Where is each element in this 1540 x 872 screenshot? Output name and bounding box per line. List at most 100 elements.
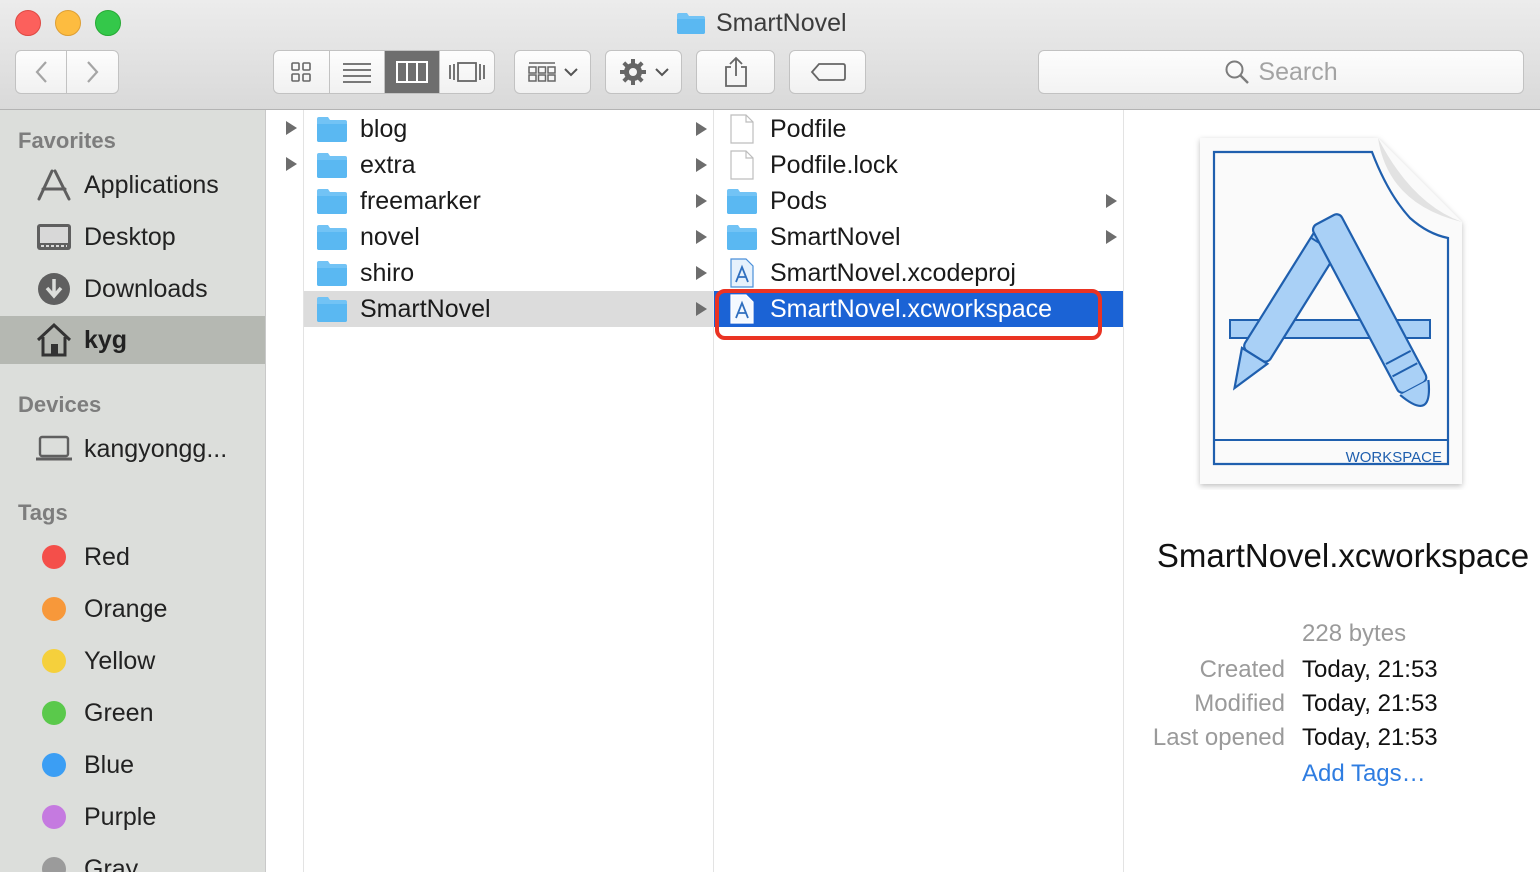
folder-icon (727, 189, 757, 214)
window-title: SmartNovel (676, 8, 847, 38)
folder-icon (317, 189, 347, 214)
sidebar-tag-purple[interactable]: Purple (0, 793, 265, 841)
column-view-button[interactable] (385, 51, 440, 93)
desktop-icon (34, 217, 74, 257)
xcode-project-icon (730, 258, 754, 288)
columns-icon (395, 61, 428, 83)
item-name: shiro (360, 258, 415, 287)
red-tag-dot-icon (34, 537, 74, 577)
modified-value: Today, 21:53 (1302, 690, 1438, 717)
forward-button[interactable] (67, 51, 118, 93)
list-item[interactable]: Pods (714, 183, 1123, 219)
item-name: SmartNovel.xcodeproj (770, 258, 1016, 287)
list-item[interactable]: blog (304, 111, 713, 147)
folder-icon (317, 117, 347, 142)
disclosure-arrow-icon (1106, 230, 1117, 244)
chevron-left-icon (35, 61, 47, 83)
share-icon (724, 56, 747, 87)
sidebar-item-label: Applications (84, 170, 219, 199)
sidebar-tag-green[interactable]: Green (0, 689, 265, 737)
sidebar-tag-blue[interactable]: Blue (0, 741, 265, 789)
folder-icon (317, 225, 347, 250)
gray-tag-dot-icon (34, 849, 74, 872)
share-button[interactable] (696, 50, 775, 94)
xcworkspace-preview-icon: WORKSPACE (1200, 138, 1462, 484)
home-icon (34, 320, 74, 360)
nav-back-forward (15, 50, 119, 94)
zoom-window-button[interactable] (95, 10, 121, 36)
chevron-down-icon (563, 68, 578, 77)
disclosure-arrow-icon (696, 266, 707, 280)
grid-icon (291, 62, 312, 82)
minimize-window-button[interactable] (55, 10, 81, 36)
item-name: freemarker (360, 186, 481, 215)
sidebar-item-downloads[interactable]: Downloads (0, 265, 265, 313)
disclosure-arrow-icon (286, 121, 297, 135)
list-item[interactable]: SmartNovel (714, 219, 1123, 255)
modified-label: Modified (1194, 690, 1285, 717)
edit-tags-button[interactable] (789, 50, 866, 94)
applications-icon (34, 165, 74, 205)
folder-icon (317, 297, 347, 322)
favorites-header: Favorites (18, 128, 116, 153)
list-item[interactable]: shiro (304, 255, 713, 291)
list-icon (342, 63, 371, 83)
window-title-text: SmartNovel (716, 8, 847, 37)
item-name: SmartNovel (770, 222, 901, 251)
add-tags-link[interactable]: Add Tags… (1302, 760, 1426, 788)
sidebar-tag-orange[interactable]: Orange (0, 585, 265, 633)
tag-icon (810, 63, 846, 81)
search-icon (1225, 60, 1250, 84)
sidebar-item-label: Purple (84, 802, 157, 831)
search-placeholder: Search (1258, 57, 1338, 86)
item-name: blog (360, 114, 408, 143)
list-item[interactable]: Podfile (714, 111, 1123, 147)
document-icon (730, 150, 754, 180)
arrange-grid-icon (527, 62, 556, 82)
gallery-view-button[interactable] (440, 51, 495, 93)
yellow-tag-dot-icon (34, 641, 74, 681)
tags-header: Tags (18, 500, 68, 525)
parent-column (266, 110, 304, 872)
sidebar-item-applications[interactable]: Applications (0, 161, 265, 209)
item-name: novel (360, 222, 420, 251)
list-item[interactable]: SmartNovel.xcodeproj (714, 255, 1123, 291)
folder-icon (677, 13, 705, 34)
disclosure-arrow-icon (1106, 194, 1117, 208)
sidebar-tag-red[interactable]: Red (0, 533, 265, 581)
item-name: Podfile (770, 114, 847, 143)
sidebar-item-desktop[interactable]: Desktop (0, 213, 265, 261)
back-button[interactable] (16, 51, 68, 93)
folder-icon (317, 261, 347, 286)
list-item-selected[interactable]: SmartNovel (304, 291, 713, 327)
list-item[interactable]: Podfile.lock (714, 147, 1123, 183)
sidebar-item-device[interactable]: kangyongg... (0, 425, 265, 473)
action-menu-button[interactable] (605, 50, 682, 94)
list-item[interactable]: extra (304, 147, 713, 183)
purple-tag-dot-icon (34, 797, 74, 837)
sidebar-item-kyg[interactable]: kyg (0, 316, 265, 364)
sidebar-item-label: Downloads (84, 274, 208, 303)
window-toolbar: SmartNovel Search (0, 0, 1540, 110)
last-opened-value: Today, 21:53 (1302, 724, 1438, 751)
folder-column-1: blog extra freemarker novel shiro SmartN… (304, 110, 714, 872)
sidebar-tag-gray[interactable]: Gray (0, 845, 265, 872)
cover-flow-icon (448, 62, 485, 82)
arrange-button[interactable] (514, 50, 591, 94)
chevron-down-icon (654, 68, 669, 77)
preview-file-size: 228 bytes (1302, 620, 1407, 647)
list-item[interactable]: novel (304, 219, 713, 255)
sidebar-item-label: kyg (84, 325, 128, 354)
sidebar-item-label: Red (84, 542, 130, 571)
list-view-button[interactable] (330, 51, 385, 93)
folder-icon (317, 153, 347, 178)
workspace-caption: WORKSPACE (1346, 449, 1442, 466)
disclosure-arrow-icon (696, 230, 707, 244)
sidebar-item-label: Blue (84, 750, 135, 779)
close-window-button[interactable] (15, 10, 41, 36)
icon-view-button[interactable] (274, 51, 330, 93)
search-input[interactable]: Search (1038, 50, 1524, 94)
sidebar-tag-yellow[interactable]: Yellow (0, 637, 265, 685)
list-item[interactable]: freemarker (304, 183, 713, 219)
disclosure-arrow-icon (696, 194, 707, 208)
